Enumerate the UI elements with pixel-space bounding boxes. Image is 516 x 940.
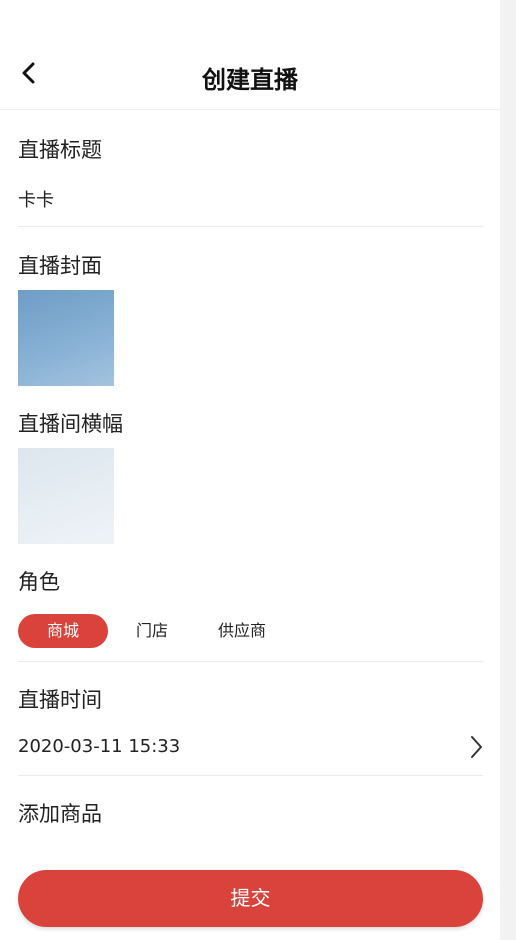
page-title: 创建直播 — [202, 66, 298, 94]
live-title-label: 直播标题 — [18, 138, 102, 162]
divider — [18, 775, 483, 776]
nav-bar: 创建直播 — [0, 42, 500, 110]
role-option-mall[interactable]: 商城 — [18, 614, 108, 648]
live-time-value: 2020-03-11 15:33 — [18, 736, 181, 757]
chevron-right-icon — [466, 734, 486, 760]
role-option-supplier[interactable]: 供应商 — [204, 614, 280, 648]
live-title-input[interactable]: 卡卡 — [18, 186, 54, 212]
role-option-store[interactable]: 门店 — [122, 614, 182, 648]
live-cover-image[interactable] — [18, 290, 114, 386]
role-label: 角色 — [18, 570, 60, 594]
divider — [18, 226, 483, 227]
live-banner-label: 直播间横幅 — [18, 412, 123, 436]
create-live-screen: 创建直播 直播标题 卡卡 直播封面 直播间横幅 角色 商城 门店 供应商 直播时… — [0, 0, 500, 940]
divider — [18, 661, 483, 662]
add-products-label[interactable]: 添加商品 — [18, 798, 102, 828]
live-banner-image[interactable] — [18, 448, 114, 544]
live-time-label: 直播时间 — [18, 688, 102, 712]
submit-button[interactable]: 提交 — [18, 870, 483, 927]
live-cover-label: 直播封面 — [18, 254, 102, 278]
